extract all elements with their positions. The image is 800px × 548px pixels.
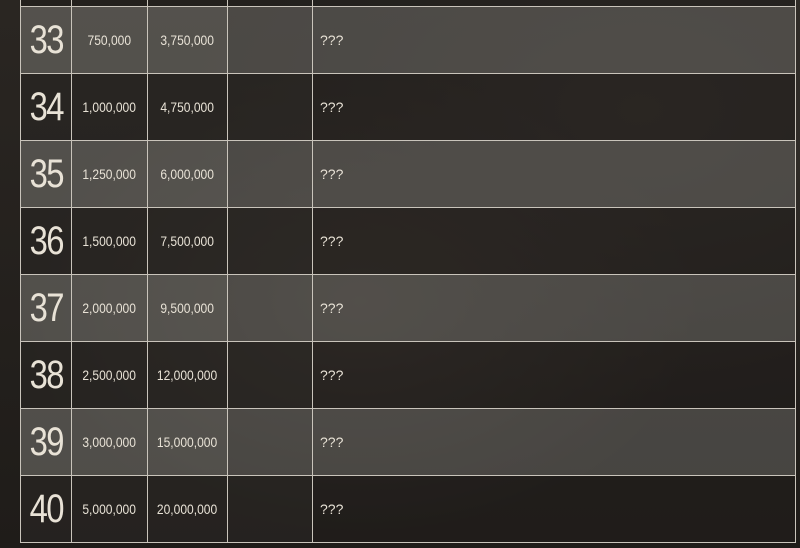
note-cell: ???: [312, 6, 796, 74]
level-value: 37: [29, 285, 64, 330]
cost-cell: 1,500,000: [71, 207, 148, 275]
cost-value: 5,000,000: [82, 501, 137, 517]
total-cell: 4,750,000: [147, 73, 228, 141]
level-cell: 35: [20, 140, 72, 208]
extra-cell: [227, 140, 313, 208]
cost-value: 2,500,000: [82, 367, 137, 383]
note-cell: ???: [312, 475, 796, 543]
extra-cell: [227, 207, 313, 275]
table-row: 33 750,000 3,750,000 ???: [20, 6, 796, 74]
cost-value: 1,000,000: [82, 99, 137, 115]
total-value: 7,500,000: [160, 233, 215, 249]
level-value: 39: [29, 419, 64, 464]
level-value: 38: [29, 352, 64, 397]
total-value: 12,000,000: [157, 367, 218, 383]
level-value: 40: [29, 486, 64, 531]
cost-value: 2,000,000: [82, 300, 137, 316]
table-row: 36 1,500,000 7,500,000 ???: [20, 207, 796, 275]
level-cell: 39: [20, 408, 72, 476]
cost-cell: 1,000,000: [71, 73, 148, 141]
table-row: 38 2,500,000 12,000,000 ???: [20, 341, 796, 409]
total-value: 6,000,000: [160, 166, 215, 182]
cost-value: 3,000,000: [82, 434, 137, 450]
extra-cell: [227, 408, 313, 476]
level-cell: 36: [20, 207, 72, 275]
note-cell: ???: [312, 274, 796, 342]
cost-value: 1,250,000: [82, 166, 137, 182]
total-cell: 15,000,000: [147, 408, 228, 476]
cost-cell: 750,000: [71, 6, 148, 74]
level-cell: 40: [20, 475, 72, 543]
table-row: 39 3,000,000 15,000,000 ???: [20, 408, 796, 476]
cost-cell: 1,250,000: [71, 140, 148, 208]
table-row: 35 1,250,000 6,000,000 ???: [20, 140, 796, 208]
extra-cell: [227, 6, 313, 74]
total-cell: 3,750,000: [147, 6, 228, 74]
total-cell: 7,500,000: [147, 207, 228, 275]
total-value: 3,750,000: [160, 32, 215, 48]
note-cell: ???: [312, 341, 796, 409]
total-cell: 20,000,000: [147, 475, 228, 543]
cost-cell: 2,000,000: [71, 274, 148, 342]
note-cell: ???: [312, 207, 796, 275]
level-value: 35: [29, 151, 64, 196]
cost-value: 750,000: [87, 32, 132, 48]
cost-cell: 2,500,000: [71, 341, 148, 409]
level-cell: 38: [20, 341, 72, 409]
extra-cell: [227, 341, 313, 409]
table-row: 37 2,000,000 9,500,000 ???: [20, 274, 796, 342]
level-value: 33: [29, 17, 64, 62]
extra-cell: [227, 73, 313, 141]
note-cell: ???: [312, 140, 796, 208]
level-cell: 33: [20, 6, 72, 74]
total-value: 9,500,000: [160, 300, 215, 316]
table-row: 34 1,000,000 4,750,000 ???: [20, 73, 796, 141]
level-value: 34: [29, 84, 64, 129]
total-cell: 12,000,000: [147, 341, 228, 409]
total-value: 4,750,000: [160, 99, 215, 115]
level-table: 33 750,000 3,750,000 ??? 34 1,000,000 4,…: [20, 0, 796, 543]
note-cell: ???: [312, 73, 796, 141]
note-cell: ???: [312, 408, 796, 476]
cost-cell: 3,000,000: [71, 408, 148, 476]
total-value: 15,000,000: [157, 434, 218, 450]
extra-cell: [227, 274, 313, 342]
level-cell: 37: [20, 274, 72, 342]
level-cell: 34: [20, 73, 72, 141]
total-value: 20,000,000: [157, 501, 218, 517]
cost-cell: 5,000,000: [71, 475, 148, 543]
cost-value: 1,500,000: [82, 233, 137, 249]
extra-cell: [227, 475, 313, 543]
level-table-frame: 33 750,000 3,750,000 ??? 34 1,000,000 4,…: [20, 0, 796, 543]
level-value: 36: [29, 218, 64, 263]
total-cell: 9,500,000: [147, 274, 228, 342]
total-cell: 6,000,000: [147, 140, 228, 208]
table-row: 40 5,000,000 20,000,000 ???: [20, 475, 796, 543]
